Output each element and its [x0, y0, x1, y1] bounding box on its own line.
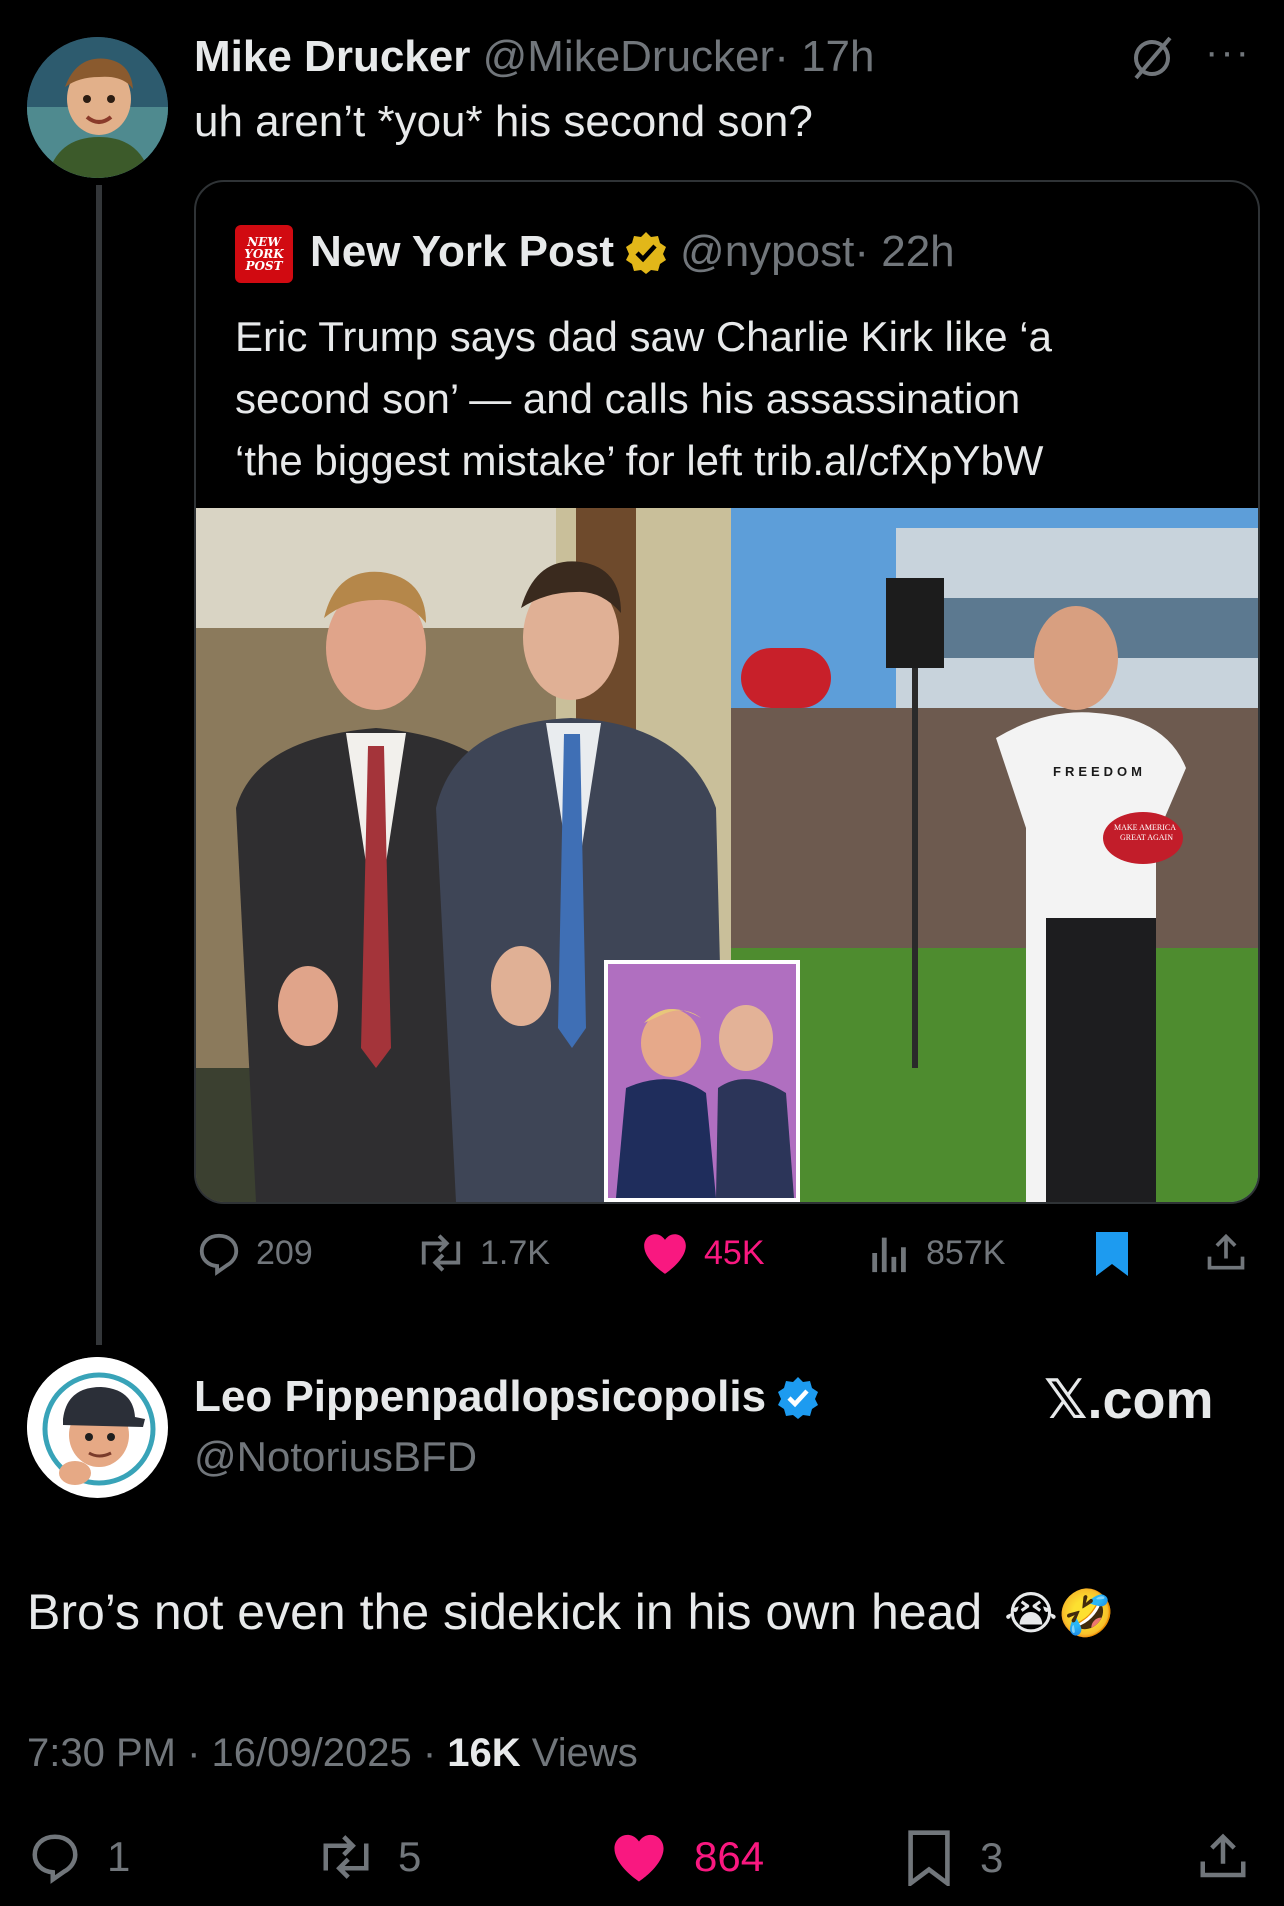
verified-badge-icon — [778, 1377, 819, 1419]
quoted-author-name[interactable]: New York Post — [310, 227, 614, 277]
author-name[interactable]: Mike Drucker — [194, 32, 470, 81]
hat-text: GREAT AGAIN — [1120, 833, 1173, 842]
tweet-timestamp[interactable]: 7:30 PM · 16/09/2025 · — [27, 1731, 447, 1775]
like-count: 45K — [704, 1233, 765, 1272]
repost-count: 1.7K — [480, 1233, 550, 1272]
main-reply-count: 1 — [107, 1833, 131, 1880]
main-tweet-text-row: Bro’s not even the sidekick in his own h… — [27, 1583, 1115, 1641]
views-count-bold: 16K — [447, 1731, 521, 1775]
quoted-handle[interactable]: @nypost — [680, 227, 854, 277]
main-repost-count: 5 — [398, 1833, 422, 1880]
x-watermark: 𝕏.com — [1044, 1370, 1214, 1430]
heart-icon — [614, 1834, 664, 1882]
repost-icon — [323, 1835, 369, 1879]
quoted-text: Eric Trump says dad saw Charlie Kirk lik… — [235, 306, 1052, 492]
heart-icon — [644, 1234, 686, 1274]
bookmark-filled-icon[interactable] — [1092, 1230, 1132, 1283]
grok-icon[interactable] — [1128, 34, 1176, 87]
views-icon — [872, 1237, 906, 1273]
tweet-time[interactable]: · 17h — [774, 32, 874, 81]
views-count-button[interactable]: 857K — [870, 1230, 1005, 1276]
main-author-handle[interactable]: @NotoriusBFD — [194, 1433, 477, 1481]
repost-count-button[interactable]: 1.7K — [414, 1230, 550, 1276]
quoted-time[interactable]: · 22h — [854, 227, 954, 277]
shirt-text: FREEDOM — [1053, 764, 1146, 779]
main-bookmark-count: 3 — [980, 1834, 1004, 1881]
main-tweet-emojis: 😭🤣 — [1004, 1587, 1116, 1639]
like-count-button[interactable]: 45K — [640, 1230, 765, 1276]
main-bookmark-button[interactable]: 3 — [906, 1830, 1003, 1886]
hat-text: MAKE AMERICA — [1114, 823, 1176, 832]
bookmark-icon — [908, 1830, 950, 1886]
main-share-icon[interactable] — [1196, 1830, 1250, 1889]
main-reply-button[interactable]: 1 — [27, 1830, 130, 1884]
reply-icon — [199, 1233, 239, 1276]
share-icon[interactable] — [1204, 1230, 1248, 1281]
views-count: 857K — [926, 1233, 1006, 1272]
quoted-header: New York Post @nypost · 22h — [310, 227, 955, 277]
repost-icon — [421, 1234, 461, 1272]
logo-word: POST — [245, 259, 283, 273]
quoted-text-line: ‘the biggest mistake’ for left trib.al/c… — [235, 437, 1044, 484]
more-options-icon[interactable]: ··· — [1205, 30, 1251, 75]
main-author-row: Leo Pippenpadlopsicopolis — [194, 1372, 820, 1422]
reply-text: uh aren’t *you* his second son? — [194, 97, 813, 146]
leo-avatar[interactable] — [27, 1357, 168, 1498]
reply-header: Mike Drucker @MikeDrucker· 17h — [194, 32, 874, 82]
main-like-button[interactable]: 864 — [608, 1830, 764, 1884]
views-label: Views — [520, 1731, 638, 1775]
quoted-tweet-card[interactable]: NEW YORK POST New York Post @nypost · 22h… — [194, 180, 1260, 1204]
tweet-meta: 7:30 PM · 16/09/2025 · 16K Views — [27, 1731, 638, 1776]
author-handle[interactable]: @MikeDrucker — [483, 32, 775, 81]
main-repost-button[interactable]: 5 — [314, 1830, 421, 1884]
quoted-media-image[interactable]: FREEDOM MAKE AMERICA GREAT AGAIN — [196, 508, 1258, 1202]
reply-icon — [32, 1834, 78, 1884]
main-like-count: 864 — [694, 1833, 765, 1880]
quoted-text-line: second son’ — and calls his assassinatio… — [235, 375, 1021, 422]
quoted-text-line: Eric Trump says dad saw Charlie Kirk lik… — [235, 313, 1052, 360]
mike-drucker-avatar[interactable] — [27, 37, 168, 178]
reply-count-button[interactable]: 209 — [196, 1230, 313, 1276]
nypost-logo[interactable]: NEW YORK POST — [235, 225, 293, 283]
main-tweet-text: Bro’s not even the sidekick in his own h… — [27, 1584, 983, 1640]
thread-line — [96, 185, 102, 1345]
reply-count: 209 — [256, 1233, 313, 1272]
main-author-name[interactable]: Leo Pippenpadlopsicopolis — [194, 1372, 766, 1422]
verified-gold-badge-icon — [626, 232, 667, 274]
